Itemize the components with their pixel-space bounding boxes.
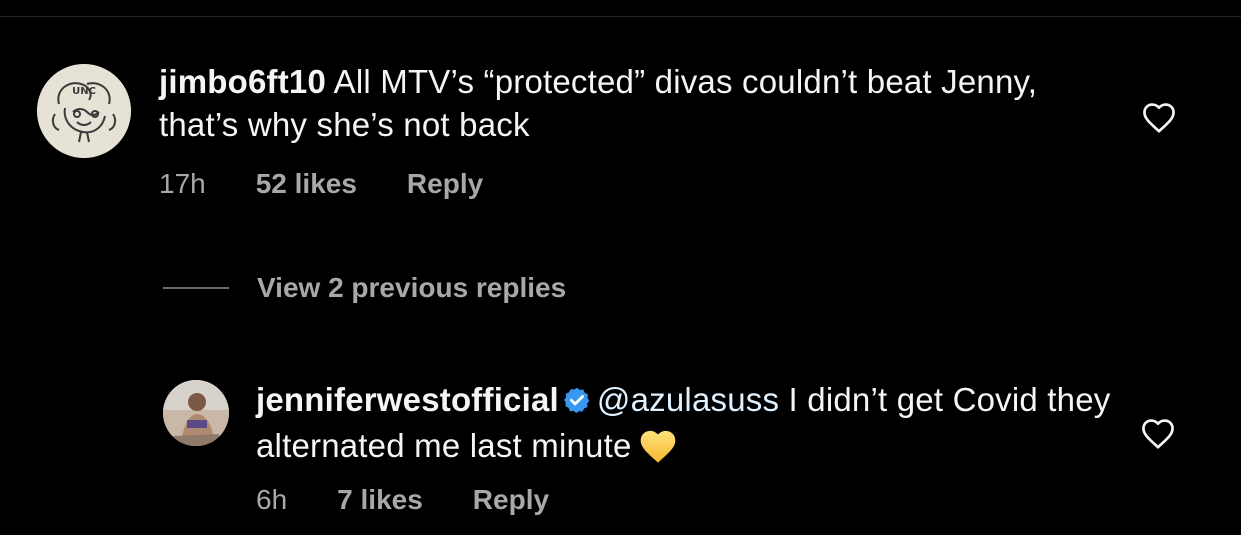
replies-divider-line [163,287,229,289]
yellow-heart-emoji [638,427,678,475]
view-replies-label: View 2 previous replies [257,272,567,303]
comment-meta: 17h 52 likes Reply [159,168,483,200]
reply-button[interactable]: Reply [473,484,549,516]
avatar[interactable] [163,380,229,446]
heart-outline-icon[interactable] [1141,100,1177,139]
likes-count[interactable]: 7 likes [337,484,423,516]
profile-photo-icon [163,380,229,446]
timestamp[interactable]: 17h [159,168,206,200]
reply-button[interactable]: Reply [407,168,483,200]
heart-outline-icon[interactable] [1140,416,1176,455]
avatar-badge-text: UNC [72,86,96,97]
verified-badge-icon [563,381,591,424]
comment-body: jenniferwestofficial @azulasuss I didn’t… [256,378,1116,475]
divider [0,16,1241,17]
likes-count[interactable]: 52 likes [256,168,357,200]
comment-meta: 6h 7 likes Reply [256,484,549,516]
avatar[interactable]: UNC [37,64,131,158]
view-previous-replies[interactable]: View 2 previous replies [163,272,566,304]
comment-body: jimbo6ft10 All MTV’s “protected” divas c… [159,60,1099,146]
username[interactable]: jenniferwestofficial [256,381,559,418]
ram-logo-icon: UNC [37,64,131,158]
username[interactable]: jimbo6ft10 [159,63,326,100]
mention-link[interactable]: @azulasuss [597,381,779,418]
timestamp[interactable]: 6h [256,484,287,516]
